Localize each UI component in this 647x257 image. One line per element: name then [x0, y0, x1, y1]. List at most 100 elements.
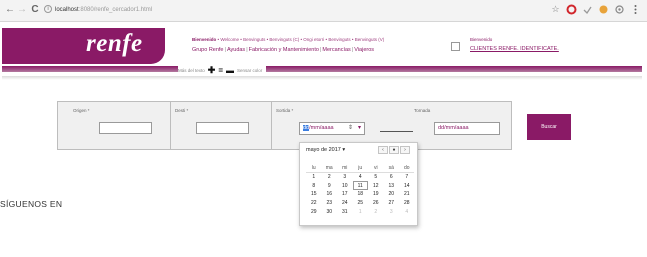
calendar-month-label: mayo de 2017 [306, 147, 341, 153]
cell-divider [170, 102, 171, 149]
extension-icon[interactable] [582, 4, 593, 15]
logo[interactable]: renfe [2, 28, 165, 64]
calendar-week-row: 1234567 [306, 173, 415, 182]
calendar-day[interactable]: 24 [337, 199, 353, 208]
origen-label: Origen * [73, 108, 90, 113]
calendar-day[interactable]: 3 [384, 207, 400, 216]
calendar-nav: ‹ ● › [378, 146, 410, 154]
bookmark-star-icon[interactable]: ☆ [550, 4, 561, 15]
calendar-day[interactable]: 14 [399, 181, 415, 190]
calendar-day[interactable]: 31 [337, 207, 353, 216]
calendar-day[interactable]: 28 [399, 199, 415, 208]
date-picker-popup: mayo de 2017 ▾ ‹ ● › lu ma mi ju vi sá do 1234… [299, 142, 418, 226]
calendar-day[interactable]: 7 [399, 173, 415, 182]
weekday-header: lu [311, 165, 316, 172]
info-icon[interactable]: i [44, 5, 52, 14]
nav-link-viajeros[interactable]: Viajeros [354, 47, 374, 53]
vuelta-date-text[interactable]: dd/mm/aaaa [438, 125, 469, 131]
calendar-day[interactable]: 19 [368, 190, 384, 199]
calendar-day[interactable]: 15 [306, 190, 322, 199]
forward-button[interactable]: → [16, 4, 28, 16]
dropdown-arrow-icon[interactable]: ▾ [358, 123, 361, 134]
login-checkbox[interactable] [451, 42, 460, 51]
calendar-day[interactable]: 2 [368, 207, 384, 216]
text-size-controls: Más del texto ✚ = ▬ Sensar color [178, 65, 267, 76]
destino-label: Desti * [175, 108, 189, 113]
extension-icon[interactable] [614, 4, 625, 15]
vuelta-date-input[interactable]: dd/mm/aaaa [434, 122, 500, 135]
nav-link-mercancias[interactable]: Mercancías [322, 47, 350, 53]
calendar-day[interactable]: 21 [399, 190, 415, 199]
calendar-week-row: 15 16 17 18 19 20 21 [306, 190, 415, 199]
login-greeting: Bienvenido [470, 37, 493, 42]
calendar-day-today[interactable]: 11 [352, 181, 368, 191]
decrease-text-button[interactable]: ▬ [226, 66, 234, 75]
cell-divider [271, 102, 272, 149]
site-header: renfe Bienvenido • Welcome • Benvinguts … [0, 22, 647, 76]
weekday-header: do [403, 165, 410, 172]
calendar-day[interactable]: 20 [384, 190, 400, 199]
calendar-week-row: 8 9 10 11 12 13 14 [306, 181, 415, 191]
calendar-grid: lu ma mi ju vi sá do 1 2 3 4 5 6 7 8 9 10 11 12 13 14 15 16 17… [306, 164, 415, 216]
calendar-day[interactable]: 6 [384, 173, 400, 182]
nav-link-fabricacion[interactable]: Fabricación y Mantenimiento [249, 47, 319, 53]
spinner-icon[interactable]: ⇕ [348, 123, 353, 134]
calendar-day[interactable]: 16 [322, 190, 338, 199]
calendar-day[interactable]: 5 [368, 173, 384, 182]
calendar-day[interactable]: 1 [306, 173, 322, 182]
reload-button[interactable]: C [29, 4, 41, 16]
salida-label: Sortida * [276, 108, 294, 113]
nav-link-grupo-renfe[interactable]: Grupo Renfe [192, 47, 224, 53]
calendar-day[interactable]: 8 [306, 181, 322, 190]
calendar-day[interactable]: 29 [306, 207, 322, 216]
calendar-day[interactable]: 12 [368, 181, 384, 190]
salida-date-input[interactable]: dd/mm/aaaa ⇕ ▾ [299, 122, 365, 135]
calendar-day[interactable]: 4 [353, 173, 369, 182]
extension-icons: ☆ [550, 4, 641, 16]
destino-input[interactable] [196, 122, 249, 134]
date-rest-segment[interactable]: /mm/aaaa [309, 125, 333, 131]
url-host: localhost [55, 7, 79, 13]
calendar-day[interactable]: 22 [306, 199, 322, 208]
header-divider [2, 66, 642, 72]
calendar-day[interactable]: 1 [353, 207, 369, 216]
calendar-day[interactable]: 27 [384, 199, 400, 208]
nav-link-ayudas[interactable]: Ayudas [227, 47, 245, 53]
buscar-button[interactable]: Buscar [527, 114, 571, 140]
calendar-day[interactable]: 26 [368, 199, 384, 208]
next-month-button[interactable]: › [400, 146, 410, 154]
header-menu: Bienvenido • Welcome • Benvinguts • Benv… [168, 28, 598, 66]
address-bar[interactable]: i localhost:8080/renfe_cercador1.html [44, 3, 564, 18]
weekday-header-row: lu ma mi ju vi sá do [306, 164, 415, 173]
prev-month-button[interactable]: ‹ [378, 146, 388, 154]
calendar-day[interactable]: 23 [322, 199, 338, 208]
extension-icon[interactable] [598, 4, 609, 15]
calendar-month-select[interactable]: mayo de 2017 ▾ [306, 147, 345, 153]
welcome-line: Bienvenido • Welcome • Benvinguts • Benv… [192, 37, 384, 42]
calendar-day[interactable]: 9 [322, 181, 338, 190]
calendar-day[interactable]: 4 [399, 207, 415, 216]
vuelta-label: Tornada [414, 108, 431, 113]
calendar-day[interactable]: 25 [353, 199, 369, 208]
weekday-header: mi [342, 165, 348, 172]
menu-icon[interactable] [630, 4, 641, 15]
back-button[interactable]: ← [4, 4, 16, 16]
contrast-label[interactable]: Sensar color [237, 68, 262, 73]
reset-text-button[interactable]: = [218, 66, 223, 75]
calendar-day[interactable]: 18 [353, 190, 369, 199]
calendar-day[interactable]: 17 [337, 190, 353, 199]
clientes-login-link[interactable]: CLIENTES RENFE. IDENTIFICATE. [470, 46, 559, 52]
siguenos-heading: SÍGUENOS EN [0, 199, 63, 209]
origen-input[interactable] [99, 122, 152, 134]
increase-text-button[interactable]: ✚ [208, 65, 216, 76]
search-form: Origen * Desti * Sortida * dd/mm/aaaa ⇕ … [57, 101, 512, 150]
calendar-day[interactable]: 2 [322, 173, 338, 182]
calendar-day[interactable]: 10 [337, 181, 353, 190]
calendar-day[interactable]: 30 [322, 207, 338, 216]
top-nav-links: Grupo Renfe|Ayudas|Fabricación y Manteni… [192, 47, 375, 53]
opera-extension-icon[interactable] [566, 4, 577, 15]
calendar-day[interactable]: 13 [384, 181, 400, 190]
today-button[interactable]: ● [389, 146, 399, 154]
calendar-day[interactable]: 3 [337, 173, 353, 182]
header-shadow [2, 76, 642, 80]
